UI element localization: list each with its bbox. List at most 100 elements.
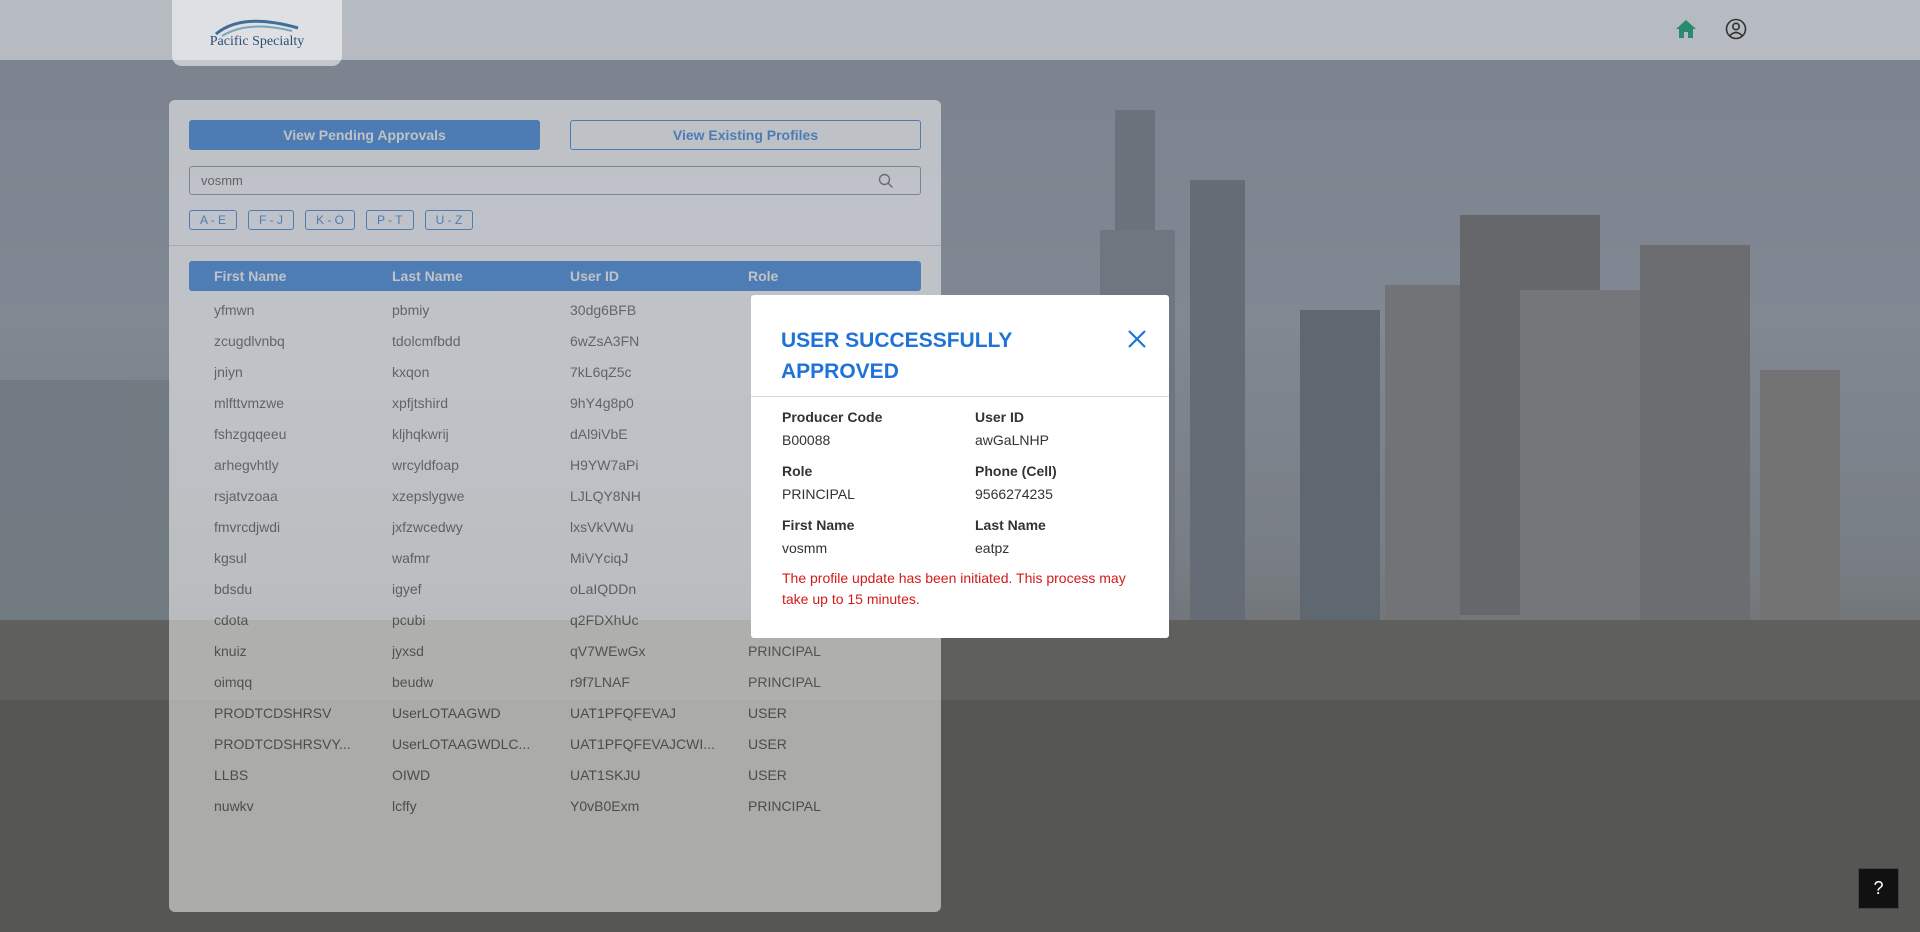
table-row[interactable]: knuiz jyxsd qV7WEwGx PRINCIPAL [189,637,921,668]
cell-first-name: oimqq [214,674,253,690]
filter-f-j-button[interactable]: F - J [248,210,295,230]
cell-last-name: UserLOTAAGWD [392,705,501,721]
help-button[interactable]: ? [1858,868,1899,909]
cell-first-name: zcugdlvnbq [214,333,285,349]
cell-first-name: mlfttvmzwe [214,395,284,411]
cell-first-name: PRODTCDSHRSVY... [214,736,351,752]
approval-success-modal: USER SUCCESSFULLY APPROVED Producer Code… [751,295,1169,638]
cell-user-id: MiVYciqJ [570,550,629,566]
cell-last-name: pbmiy [392,302,430,318]
phone-cell-label: Phone (Cell) [975,463,1057,479]
cell-last-name: kxqon [392,364,430,380]
cell-first-name: jniyn [214,364,243,380]
divider [169,245,941,246]
last-name-label: Last Name [975,517,1046,533]
filter-k-o-button[interactable]: K - O [305,210,356,230]
user-id-label: User ID [975,409,1025,425]
cell-last-name: pcubi [392,612,426,628]
filter-a-e-button[interactable]: A - E [189,210,238,230]
modal-title: USER SUCCESSFULLY APPROVED [781,329,1013,383]
logo-text: Pacific Specialty [209,34,305,49]
cell-role: PRINCIPAL [748,643,821,659]
cell-last-name: xzepslygwe [392,488,465,504]
cell-first-name: LLBS [214,767,249,783]
cell-first-name: rsjatvzoaa [214,488,278,504]
producer-code-value: B00088 [782,432,831,448]
cell-user-id: UAT1PFQFEVAJ [570,705,677,721]
cell-role: USER [748,705,787,721]
first-name-value: vosmm [782,540,828,556]
user-circle-icon[interactable] [1725,18,1747,40]
tab-view-existing-profiles[interactable]: View Existing Profiles [570,120,921,150]
table-row[interactable]: PRODTCDSHRSVY... UserLOTAAGWDLC... UAT1PFQ… [189,730,921,761]
cell-role: USER [748,767,787,783]
cell-last-name: beudw [392,674,434,690]
cell-first-name: arhegvhtly [214,457,279,473]
cell-user-id: r9f7LNAF [570,674,630,690]
table-row[interactable]: nuwkv lcffy Y0vB0Exm PRINCIPAL [189,792,921,823]
cell-user-id: LJLQY8NH [570,488,641,504]
cell-user-id: lxsVkVWu [570,519,634,535]
column-header-last-name[interactable]: Last Name [392,268,537,284]
cell-user-id: UAT1PFQFEVAJCWI... [570,736,715,752]
cell-user-id: 7kL6qZ5c [570,364,632,380]
cell-first-name: nuwkv [214,798,254,814]
cell-role: PRINCIPAL [748,674,821,690]
user-id-value: awGaLNHP [975,432,1049,448]
cell-last-name: UserLOTAAGWDLC... [392,736,531,752]
home-icon[interactable] [1675,18,1697,40]
cell-first-name: knuiz [214,643,247,659]
role-value: PRINCIPAL [782,486,855,502]
cell-last-name: igyef [392,581,422,597]
cell-last-name: kljhqkwrij [392,426,449,442]
cell-last-name: tdolcmfbdd [392,333,461,349]
cell-first-name: cdota [214,612,249,628]
cell-user-id: 9hY4g8p0 [570,395,634,411]
cell-first-name: yfmwn [214,302,255,318]
cell-user-id: 6wZsA3FN [570,333,640,349]
column-header-user-id[interactable]: User ID [570,268,715,284]
cell-last-name: wafmr [392,550,431,566]
profile-update-notice: The profile update has been initiated. T… [782,570,1126,607]
close-icon[interactable] [1127,329,1147,349]
cell-user-id: qV7WEwGx [570,643,646,659]
first-name-label: First Name [782,517,855,533]
cell-last-name: jyxsd [392,643,424,659]
role-label: Role [782,463,813,479]
cell-first-name: bdsdu [214,581,253,597]
cell-user-id: oLaIQDDn [570,581,637,597]
cell-last-name: OIWD [392,767,431,783]
search-input-value: vosmm [201,173,243,188]
alphabet-filter-group: A - E F - J K - O P - T U - Z [189,210,474,230]
producer-code-label: Producer Code [782,409,883,425]
filter-u-z-button[interactable]: U - Z [424,210,474,230]
cell-role: PRINCIPAL [748,798,821,814]
filter-p-t-button[interactable]: P - T [366,210,414,230]
cell-last-name: xpfjtshird [392,395,449,411]
cell-user-id: H9YW7aPi [570,457,639,473]
cell-first-name: fmvrcdjwdi [214,519,281,535]
last-name-value: eatpz [975,540,1010,556]
cell-first-name: PRODTCDSHRSV [214,705,332,721]
cell-last-name: wrcyldfoap [392,457,459,473]
phone-cell-value: 9566274235 [975,486,1053,502]
modal-divider [751,396,1169,397]
table-header: First Name Last Name User ID Role [189,261,921,291]
cell-last-name: lcffy [392,798,417,814]
column-header-first-name[interactable]: First Name [214,268,359,284]
table-row[interactable]: oimqq beudw r9f7LNAF PRINCIPAL [189,668,921,699]
cell-role: USER [748,736,787,752]
cell-first-name: fshzgqqeeu [214,426,287,442]
cell-first-name: kgsul [214,550,247,566]
cell-user-id: UAT1SKJU [570,767,641,783]
cell-user-id: Y0vB0Exm [570,798,640,814]
company-logo[interactable]: Pacific Specialty [172,0,342,66]
cell-user-id: 30dg6BFB [570,302,637,318]
table-row[interactable]: PRODTCDSHRSV UserLOTAAGWD UAT1PFQFEVAJ USER [189,699,921,730]
tab-view-pending-approvals[interactable]: View Pending Approvals [189,120,540,150]
search-input[interactable]: vosmm [189,166,921,195]
table-row[interactable]: LLBS OIWD UAT1SKJU USER [189,761,921,792]
cell-user-id: q2FDXhUc [570,612,639,628]
search-icon[interactable] [878,173,894,192]
column-header-role[interactable]: Role [748,268,893,284]
